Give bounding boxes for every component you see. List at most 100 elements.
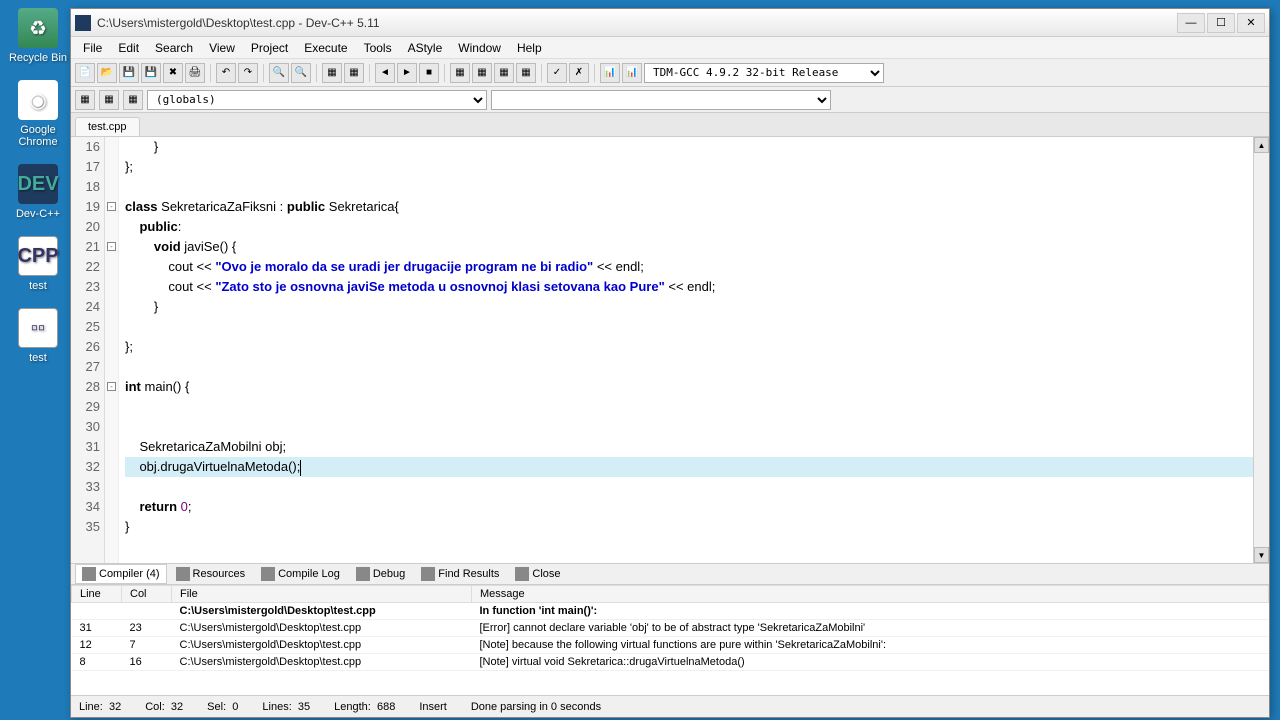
toolbar-main: 📄 📂 💾 💾 ✖ 🖨 ↶ ↷ 🔍 🔍 ▦ ▦ ◄ ► ■ ▦ ▦ ▦ ▦ ✓ … xyxy=(71,59,1269,87)
run-icon-button[interactable]: ▦ xyxy=(472,63,492,83)
menu-help[interactable]: Help xyxy=(509,39,550,57)
tab-compiler[interactable]: Compiler (4) xyxy=(75,564,167,584)
titlebar[interactable]: C:\Users\mistergold\Desktop\test.cpp - D… xyxy=(71,9,1269,37)
toggle2-button[interactable]: ▦ xyxy=(123,90,143,110)
tab-label: Compile Log xyxy=(278,568,340,580)
compile-button[interactable]: ▦ xyxy=(322,63,342,83)
compiler-row[interactable]: 3123C:\Users\mistergold\Desktop\test.cpp… xyxy=(72,620,1269,637)
save-all-button[interactable]: 💾 xyxy=(141,63,161,83)
scroll-up-icon[interactable]: ▲ xyxy=(1254,137,1269,153)
globals-select[interactable]: (globals) xyxy=(147,90,487,110)
menu-project[interactable]: Project xyxy=(243,39,296,57)
menu-file[interactable]: File xyxy=(75,39,110,57)
chrome-icon: ◉ xyxy=(18,80,58,120)
replace-button[interactable]: 🔍 xyxy=(291,63,311,83)
desktop-icon-label: Google Chrome xyxy=(8,124,68,148)
desktop-icon-chrome[interactable]: ◉ Google Chrome xyxy=(8,80,68,148)
tab-compile-log[interactable]: Compile Log xyxy=(254,564,347,584)
compiler-icon xyxy=(82,567,96,581)
exe-file-icon: ▫▫ xyxy=(18,308,58,348)
nav-back-button[interactable]: ◄ xyxy=(375,63,395,83)
maximize-button[interactable]: ☐ xyxy=(1207,13,1235,33)
col-line[interactable]: Line xyxy=(72,586,122,603)
goto-button[interactable]: ▦ xyxy=(75,90,95,110)
tab-debug[interactable]: Debug xyxy=(349,564,412,584)
status-sel: Sel: 0 xyxy=(207,701,238,713)
tab-label: Resources xyxy=(193,568,246,580)
window-controls: — ☐ ✕ xyxy=(1177,13,1265,33)
compile-icon-button[interactable]: ▦ xyxy=(450,63,470,83)
close-file-button[interactable]: ✖ xyxy=(163,63,183,83)
statusbar: Line: 32 Col: 32 Sel: 0 Lines: 35 Length… xyxy=(71,695,1269,717)
editor-area: 1617181920212223242526272829303132333435… xyxy=(71,137,1269,563)
toolbar-separator xyxy=(594,64,595,82)
scroll-down-icon[interactable]: ▼ xyxy=(1254,547,1269,563)
menu-window[interactable]: Window xyxy=(450,39,509,57)
col-message[interactable]: Message xyxy=(472,586,1269,603)
new-file-button[interactable]: 📄 xyxy=(75,63,95,83)
col-file[interactable]: File xyxy=(172,586,472,603)
window-title: C:\Users\mistergold\Desktop\test.cpp - D… xyxy=(97,16,1177,30)
tab-find-results[interactable]: Find Results xyxy=(414,564,506,584)
menu-tools[interactable]: Tools xyxy=(356,39,400,57)
debug-check-button[interactable]: ✓ xyxy=(547,63,567,83)
devcpp-icon: DEV xyxy=(18,164,58,204)
run-button[interactable]: ▦ xyxy=(344,63,364,83)
status-col: Col: 32 xyxy=(145,701,183,713)
compiler-row[interactable]: 127C:\Users\mistergold\Desktop\test.cpp[… xyxy=(72,637,1269,654)
vertical-scrollbar[interactable]: ▲ ▼ xyxy=(1253,137,1269,563)
minimize-button[interactable]: — xyxy=(1177,13,1205,33)
desktop-icon-label: test xyxy=(29,352,47,364)
menu-edit[interactable]: Edit xyxy=(110,39,147,57)
toolbar-separator xyxy=(316,64,317,82)
col-col[interactable]: Col xyxy=(122,586,172,603)
compiler-row[interactable]: C:\Users\mistergold\Desktop\test.cppIn f… xyxy=(72,603,1269,620)
tab-label: Find Results xyxy=(438,568,499,580)
code-editor[interactable]: }};class SekretaricaZaFiksni : public Se… xyxy=(119,137,1269,563)
debug-icon xyxy=(356,567,370,581)
file-tab-test[interactable]: test.cpp xyxy=(75,117,140,136)
resources-icon xyxy=(176,567,190,581)
status-parse: Done parsing in 0 seconds xyxy=(471,701,601,713)
functions-select[interactable] xyxy=(491,90,831,110)
fold-column: --- xyxy=(105,137,119,563)
menu-search[interactable]: Search xyxy=(147,39,201,57)
nav-fwd-button[interactable]: ► xyxy=(397,63,417,83)
desktop-icon-devcpp[interactable]: DEVDev-C++ xyxy=(8,164,68,220)
desktop-icon-file-cpp[interactable]: CPPtest xyxy=(8,236,68,292)
tab-label: Close xyxy=(532,568,560,580)
redo-button[interactable]: ↷ xyxy=(238,63,258,83)
status-line: Line: 32 xyxy=(79,701,121,713)
rebuild-button[interactable]: ▦ xyxy=(516,63,536,83)
debug-x-button[interactable]: ✗ xyxy=(569,63,589,83)
find-icon xyxy=(421,567,435,581)
find-button[interactable]: 🔍 xyxy=(269,63,289,83)
open-button[interactable]: 📂 xyxy=(97,63,117,83)
desktop-icon-recycle[interactable]: ♻Recycle Bin xyxy=(8,8,68,64)
compiler-select[interactable]: TDM-GCC 4.9.2 32-bit Release xyxy=(644,63,884,83)
tab-close[interactable]: Close xyxy=(508,564,567,584)
bookmark-button[interactable]: ■ xyxy=(419,63,439,83)
menu-view[interactable]: View xyxy=(201,39,243,57)
scope-bar: ▦ ▦ ▦ (globals) xyxy=(71,87,1269,113)
log-icon xyxy=(261,567,275,581)
close-button[interactable]: ✕ xyxy=(1237,13,1265,33)
compile-run-button[interactable]: ▦ xyxy=(494,63,514,83)
profile2-button[interactable]: 📊 xyxy=(622,63,642,83)
toolbar-separator xyxy=(369,64,370,82)
app-icon xyxy=(75,15,91,31)
menu-astyle[interactable]: AStyle xyxy=(400,39,451,57)
toggle-button[interactable]: ▦ xyxy=(99,90,119,110)
tab-resources[interactable]: Resources xyxy=(169,564,253,584)
compiler-row[interactable]: 816C:\Users\mistergold\Desktop\test.cpp[… xyxy=(72,654,1269,671)
undo-button[interactable]: ↶ xyxy=(216,63,236,83)
menu-execute[interactable]: Execute xyxy=(296,39,355,57)
toolbar-separator xyxy=(210,64,211,82)
save-button[interactable]: 💾 xyxy=(119,63,139,83)
close-icon xyxy=(515,567,529,581)
toolbar-separator xyxy=(263,64,264,82)
print-button[interactable]: 🖨 xyxy=(185,63,205,83)
profile-button[interactable]: 📊 xyxy=(600,63,620,83)
menubar: File Edit Search View Project Execute To… xyxy=(71,37,1269,59)
desktop-icon-file-exe[interactable]: ▫▫ test xyxy=(8,308,68,364)
